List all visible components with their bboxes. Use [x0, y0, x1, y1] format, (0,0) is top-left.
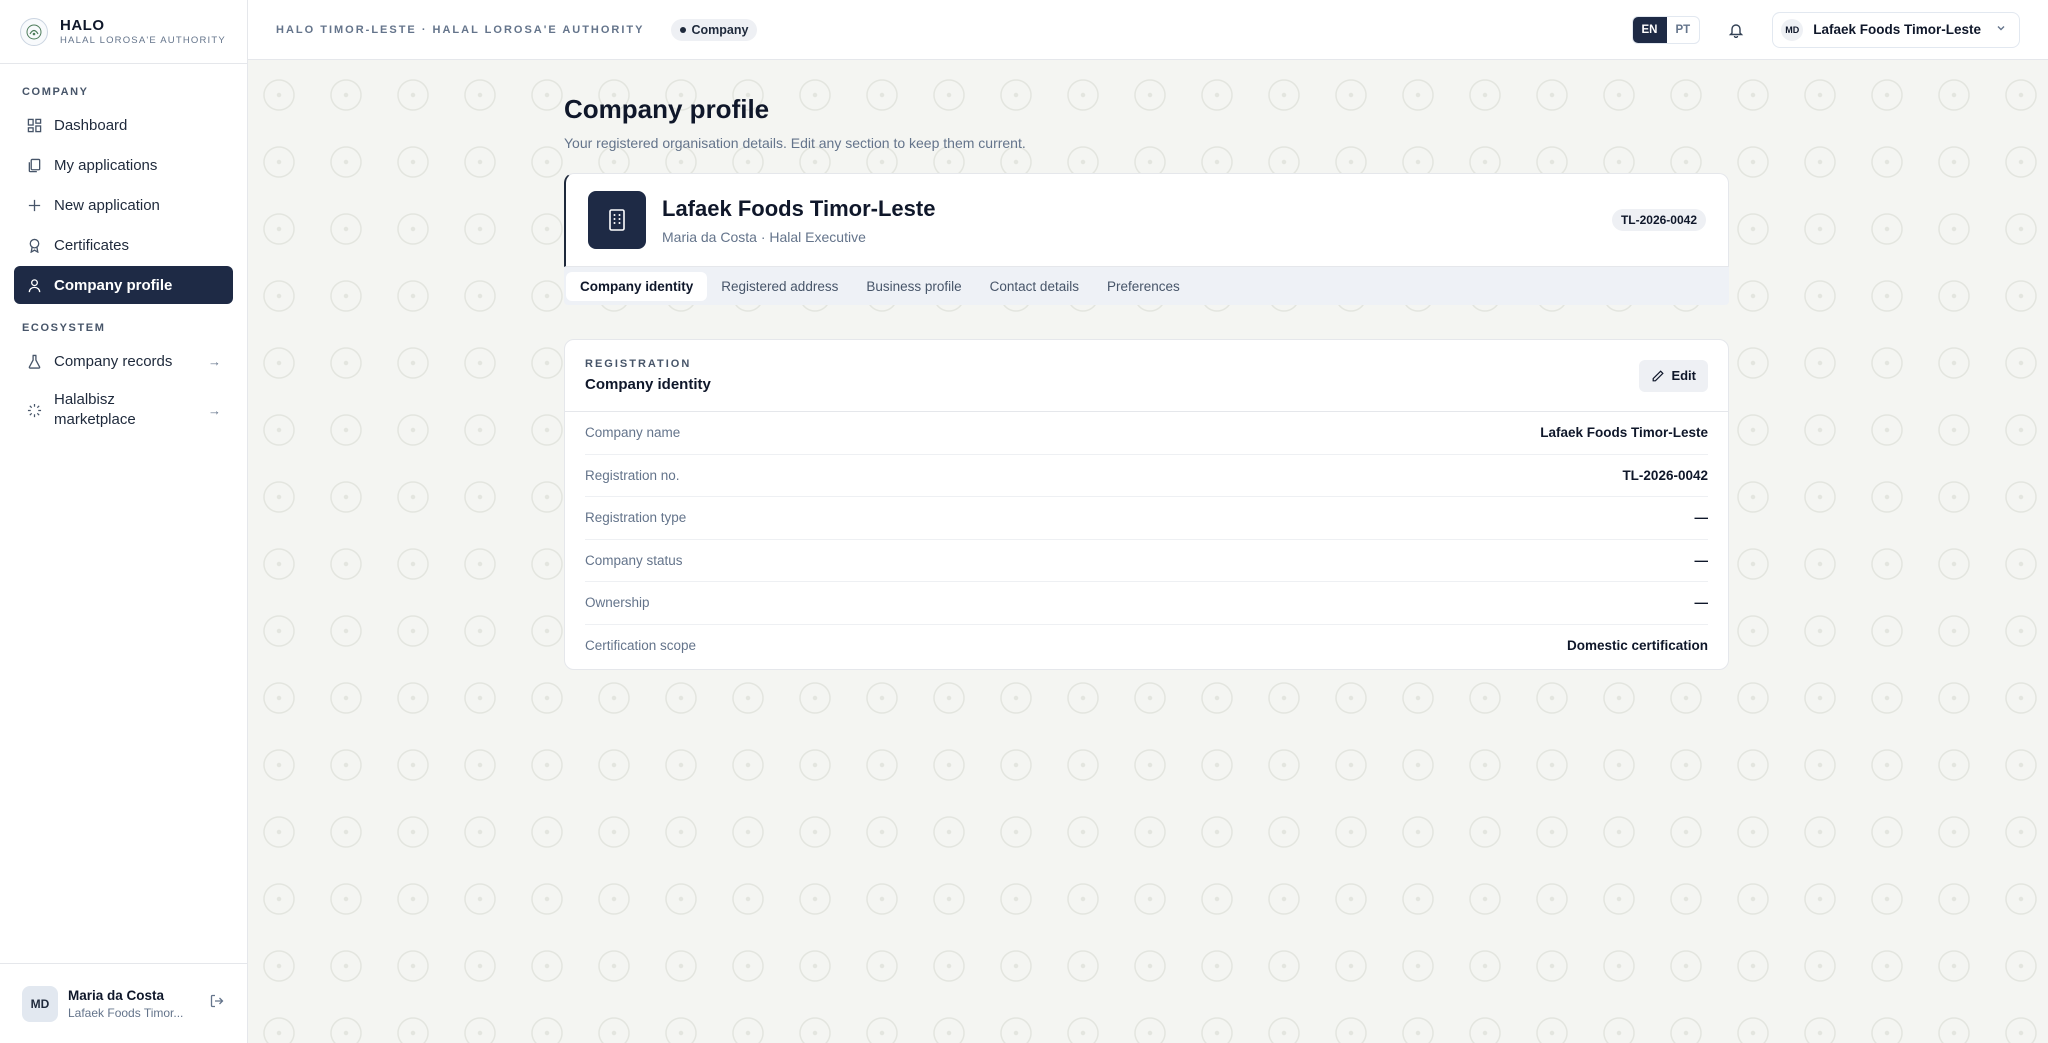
org-switcher[interactable]: MD Lafaek Foods Timor-Leste: [1772, 11, 2020, 48]
dot-icon: [679, 26, 686, 33]
ecosystem-nav: Company records → Halalbisz marketplace …: [0, 342, 247, 438]
avatar: MD: [22, 985, 58, 1022]
context-pill: Company: [670, 18, 758, 41]
chevron-down-icon: [1995, 22, 2007, 37]
field-row: Registration type —: [585, 497, 1708, 540]
company-identity-card: REGISTRATION Company identity Edit Compa…: [564, 339, 1729, 670]
brand-subtitle: HALAL LOROSA'E AUTHORITY: [60, 35, 226, 46]
company-hero: Lafaek Foods Timor-Leste Maria da Costa …: [564, 173, 1729, 267]
tab-business-profile[interactable]: Business profile: [852, 272, 975, 301]
sidebar-item-company-profile[interactable]: Company profile: [14, 266, 233, 304]
section-label-company: COMPANY: [22, 86, 89, 98]
field-label: Company name: [585, 425, 681, 441]
card-kicker: REGISTRATION: [585, 358, 692, 370]
user-icon: [26, 277, 42, 293]
user-profile: MD Maria da Costa Lafaek Foods Timor...: [0, 963, 247, 1043]
topbar: HALO TIMOR-LESTE · HALAL LOROSA'E AUTHOR…: [248, 0, 2048, 60]
field-row: Ownership —: [585, 582, 1708, 625]
page-title: Company profile: [564, 94, 770, 124]
sidebar: HALO HALAL LOROSA'E AUTHORITY COMPANY Da…: [0, 0, 248, 1043]
field-row: Company status —: [585, 540, 1709, 582]
arrow-right-icon: →: [208, 402, 221, 418]
sidebar-item-certificates[interactable]: Certificates: [14, 226, 233, 264]
logout-icon[interactable]: [209, 993, 225, 1014]
brand[interactable]: HALO HALAL LOROSA'E AUTHORITY: [0, 0, 247, 64]
bell-icon[interactable]: [1724, 18, 1748, 42]
lang-pt-button[interactable]: PT: [1667, 17, 1700, 43]
sidebar-item-my-applications[interactable]: My applications: [14, 146, 233, 184]
brand-title: HALO: [60, 17, 105, 34]
field-row: Registration no. TL-2026-0042: [585, 455, 1708, 497]
user-org: Lafaek Foods Timor...: [68, 1005, 184, 1020]
main-content: Company profile Your registered organisa…: [248, 60, 2048, 1043]
sidebar-item-label: My applications: [54, 156, 158, 174]
sidebar-item-label: Company records: [54, 352, 173, 370]
context-pill-label: Company: [691, 22, 749, 37]
field-value: Domestic certification: [1566, 638, 1708, 654]
field-value: Lafaek Foods Timor-Leste: [1540, 425, 1708, 441]
tab-preferences[interactable]: Preferences: [1093, 272, 1194, 301]
flask-icon: [26, 353, 42, 369]
sidebar-item-halalbisz-marketplace[interactable]: Halalbisz marketplace →: [14, 382, 233, 438]
sidebar-item-dashboard[interactable]: Dashboard: [14, 106, 233, 144]
field-row: Certification scope Domestic certificati…: [585, 625, 1708, 668]
field-label: Certification scope: [585, 638, 697, 654]
edit-button[interactable]: Edit: [1639, 359, 1708, 392]
award-icon: [26, 237, 42, 253]
org-switcher-label: Lafaek Foods Timor-Leste: [1813, 22, 1981, 37]
sidebar-item-label: Halalbisz marketplace: [54, 391, 136, 428]
section-label-ecosystem: ECOSYSTEM: [22, 322, 106, 334]
field-value: —: [1694, 552, 1709, 568]
field-label: Company status: [585, 552, 683, 568]
company-name: Lafaek Foods Timor-Leste: [662, 195, 936, 221]
tab-company-identity[interactable]: Company identity: [566, 271, 708, 301]
field-label: Registration no.: [585, 467, 680, 483]
company-nav: Dashboard My applications New applicatio…: [0, 106, 247, 304]
company-meta: Maria da Costa · Halal Executive: [662, 228, 866, 245]
sidebar-item-label: Dashboard: [54, 116, 128, 134]
field-row: Company name Lafaek Foods Timor-Leste: [585, 412, 1708, 455]
field-value: —: [1694, 510, 1709, 526]
identity-fields: Company name Lafaek Foods Timor-Leste Re…: [565, 412, 1728, 669]
tab-contact-details[interactable]: Contact details: [976, 272, 1093, 301]
sidebar-item-new-application[interactable]: New application: [14, 186, 233, 224]
arrow-right-icon: →: [208, 353, 221, 369]
field-value: TL-2026-0042: [1622, 467, 1708, 483]
avatar: MD: [1781, 18, 1804, 41]
user-name: Maria da Costa: [68, 987, 165, 1003]
breadcrumb: HALO TIMOR-LESTE · HALAL LOROSA'E AUTHOR…: [276, 23, 645, 36]
profile-tabs: Company identity Registered address Busi…: [564, 267, 1729, 305]
plus-icon: [26, 197, 42, 213]
field-label: Ownership: [585, 595, 650, 611]
language-toggle: EN PT: [1631, 15, 1701, 44]
building-icon: [588, 191, 646, 249]
grid-icon: [26, 117, 42, 133]
sidebar-item-label: New application: [54, 196, 160, 214]
field-value: —: [1694, 595, 1709, 611]
edit-button-label: Edit: [1671, 368, 1696, 383]
lang-en-button[interactable]: EN: [1632, 16, 1667, 43]
tab-registered-address[interactable]: Registered address: [707, 272, 852, 301]
card-title: Company identity: [585, 376, 711, 393]
pencil-icon: [1651, 369, 1665, 383]
field-label: Registration type: [585, 510, 687, 526]
copy-icon: [26, 157, 42, 173]
halo-logo-icon: [20, 17, 48, 46]
loader-icon: [26, 402, 42, 418]
sidebar-item-label: Certificates: [54, 236, 130, 254]
sidebar-item-company-records[interactable]: Company records →: [14, 342, 233, 380]
sidebar-item-label: Company profile: [54, 276, 173, 294]
registration-badge: TL-2026-0042: [1611, 209, 1706, 231]
page-subtitle: Your registered organisation details. Ed…: [564, 135, 1026, 151]
